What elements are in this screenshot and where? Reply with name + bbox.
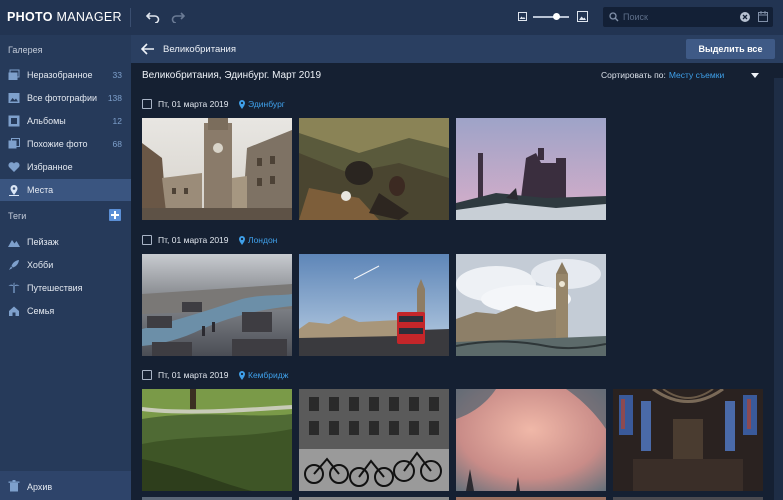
group-date: Пт, 01 марта 2019 bbox=[158, 235, 229, 245]
sidebar-item-count: 138 bbox=[107, 93, 122, 103]
sidebar-tag-family[interactable]: Семья bbox=[0, 300, 131, 322]
group-date: Пт, 01 марта 2019 bbox=[158, 370, 229, 380]
app-logo: PHOTO MANAGER bbox=[7, 10, 122, 24]
sidebar-tag-hobby[interactable]: Хобби bbox=[0, 254, 131, 276]
group-select-checkbox[interactable] bbox=[142, 99, 152, 109]
location-subtitle: Великобритания, Эдинбург. Март 2019 bbox=[142, 70, 322, 81]
similar-icon bbox=[8, 138, 20, 149]
photos-icon bbox=[8, 93, 20, 103]
select-all-button[interactable]: Выделить все bbox=[686, 39, 775, 59]
group-location[interactable]: Лондон bbox=[248, 235, 277, 245]
sidebar-item-label: Места bbox=[27, 185, 54, 195]
sidebar-item-unsorted[interactable]: Неразобранное 33 bbox=[0, 64, 131, 86]
back-arrow-icon[interactable] bbox=[141, 43, 155, 55]
zoom-slider-track[interactable] bbox=[533, 16, 569, 18]
toolbar-divider bbox=[130, 8, 131, 27]
app-window: PHOTO MANAGER Галерея Неразобранное 33 bbox=[0, 0, 783, 500]
page-title: Великобритания bbox=[163, 44, 236, 55]
photo-thumbnail[interactable] bbox=[142, 118, 292, 220]
content-header: Великобритания Выделить все bbox=[131, 35, 783, 63]
sidebar-item-all-photos[interactable]: Все фотографии 138 bbox=[0, 87, 131, 109]
sidebar-item-count: 12 bbox=[112, 116, 122, 126]
sidebar-item-label: Неразобранное bbox=[27, 70, 93, 80]
sidebar-item-archive[interactable]: Архив bbox=[0, 471, 131, 500]
group-location[interactable]: Кембридж bbox=[248, 370, 288, 380]
landscape-icon bbox=[8, 240, 20, 247]
sidebar-item-label: Похожие фото bbox=[27, 139, 88, 149]
zoom-out-image-icon[interactable] bbox=[517, 11, 527, 21]
sort-value[interactable]: Месту съемки bbox=[669, 70, 724, 80]
photo-thumbnail[interactable] bbox=[142, 254, 292, 356]
sidebar-tag-travel[interactable]: Путешествия bbox=[0, 277, 131, 299]
search-icon bbox=[609, 12, 619, 22]
location-pin-icon bbox=[239, 236, 245, 245]
sidebar-tag-label: Хобби bbox=[27, 260, 54, 270]
redo-icon[interactable] bbox=[170, 10, 186, 24]
clear-search-icon[interactable] bbox=[740, 12, 750, 22]
sidebar-item-label: Архив bbox=[27, 482, 53, 492]
sort-control[interactable]: Сортировать по: Месту съемки bbox=[601, 70, 724, 80]
photo-thumbnail[interactable] bbox=[299, 118, 449, 220]
gallery-section-title: Галерея bbox=[8, 45, 43, 55]
photo-thumbnail[interactable] bbox=[299, 389, 449, 491]
sidebar-item-favorites[interactable]: Избранное bbox=[0, 156, 131, 178]
location-pin-icon bbox=[239, 100, 245, 109]
group-select-checkbox[interactable] bbox=[142, 235, 152, 245]
unsorted-icon bbox=[8, 69, 20, 80]
tags-section-title: Теги bbox=[8, 211, 27, 221]
sidebar-item-label: Все фотографии bbox=[27, 93, 98, 103]
photo-thumbnail[interactable] bbox=[456, 118, 606, 220]
rocket-icon bbox=[9, 260, 19, 270]
photo-thumbnail[interactable] bbox=[456, 254, 606, 356]
map-pin-icon bbox=[9, 185, 19, 196]
top-toolbar: PHOTO MANAGER bbox=[0, 0, 783, 35]
sidebar-tag-landscape[interactable]: Пейзаж bbox=[0, 231, 131, 253]
sort-dropdown-chevron-icon[interactable] bbox=[751, 73, 759, 78]
sidebar-item-places[interactable]: Места bbox=[0, 179, 131, 201]
sidebar-item-similar[interactable]: Похожие фото 68 bbox=[0, 133, 131, 155]
group-date: Пт, 01 марта 2019 bbox=[158, 99, 229, 109]
zoom-slider-handle[interactable] bbox=[553, 13, 560, 20]
palm-icon bbox=[8, 282, 20, 293]
home-icon bbox=[9, 306, 19, 316]
trash-icon bbox=[8, 480, 20, 492]
sidebar-item-count: 68 bbox=[112, 139, 122, 149]
photo-grid-area: Великобритания, Эдинбург. Март 2019 Сорт… bbox=[131, 63, 783, 500]
search-input[interactable] bbox=[623, 10, 733, 24]
sidebar: Галерея Неразобранное 33 Все фотографии … bbox=[0, 35, 131, 500]
add-tag-button[interactable] bbox=[109, 209, 121, 221]
photo-thumbnail[interactable] bbox=[142, 389, 292, 491]
calendar-icon[interactable] bbox=[758, 11, 768, 22]
group-select-checkbox[interactable] bbox=[142, 370, 152, 380]
sidebar-tag-label: Путешествия bbox=[27, 283, 83, 293]
vertical-scrollbar[interactable] bbox=[774, 78, 783, 500]
zoom-in-image-icon[interactable] bbox=[576, 10, 588, 22]
photo-thumbnail[interactable] bbox=[613, 389, 763, 491]
sidebar-item-albums[interactable]: Альбомы 12 bbox=[0, 110, 131, 132]
group-location[interactable]: Эдинбург bbox=[248, 99, 285, 109]
photo-thumbnail[interactable] bbox=[299, 254, 449, 356]
undo-icon[interactable] bbox=[145, 10, 161, 24]
albums-icon bbox=[8, 115, 20, 127]
sort-label: Сортировать по: bbox=[601, 70, 666, 80]
sidebar-item-label: Альбомы bbox=[27, 116, 66, 126]
sidebar-tag-label: Семья bbox=[27, 306, 55, 316]
heart-icon bbox=[8, 162, 20, 172]
location-pin-icon bbox=[239, 371, 245, 380]
search-box[interactable] bbox=[603, 7, 773, 27]
sidebar-item-label: Избранное bbox=[27, 162, 73, 172]
photo-thumbnail[interactable] bbox=[456, 389, 606, 491]
sidebar-item-count: 33 bbox=[112, 70, 122, 80]
sidebar-tag-label: Пейзаж bbox=[27, 237, 59, 247]
